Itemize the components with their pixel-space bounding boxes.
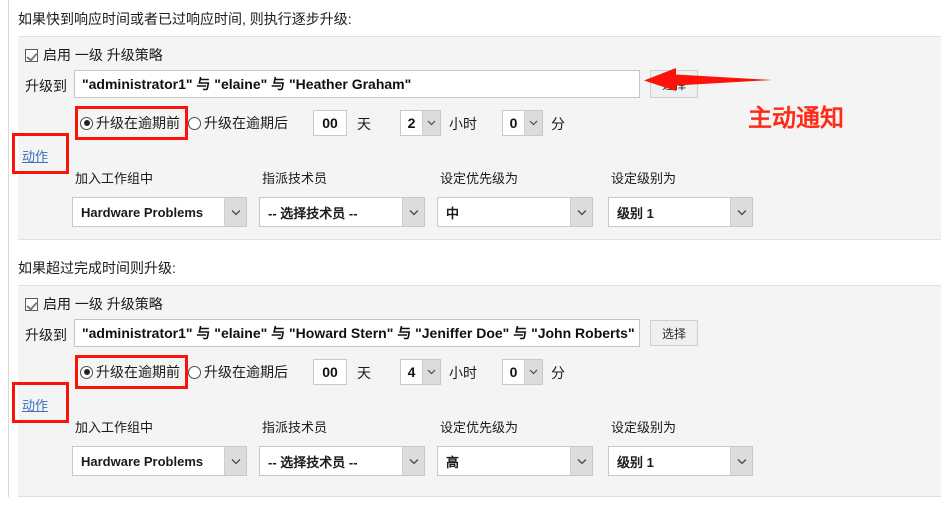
section-1-col-3-value: 级别 1 — [617, 205, 654, 221]
section-1-title: 如果快到响应时间或者已过响应时间, 则执行逐步升级: — [18, 11, 352, 27]
section-2-col-3-value: 级别 1 — [617, 454, 654, 470]
section-1-col-0-label: 加入工作组中 — [75, 171, 154, 186]
section-2-days-unit: 天 — [357, 365, 371, 381]
section-1-hours-select[interactable]: 2 — [400, 110, 441, 136]
escalation-settings-page: 如果快到响应时间或者已过响应时间, 则执行逐步升级: 启用 一级 升级策略 升级… — [0, 0, 941, 509]
section-1-minutes-unit: 分 — [551, 116, 565, 132]
chevron-down-icon[interactable] — [570, 198, 592, 226]
chevron-down-icon[interactable] — [422, 111, 440, 135]
section-1-enable-label: 启用 一级 升级策略 — [43, 47, 163, 63]
section-1-minutes-select[interactable]: 0 — [502, 110, 543, 136]
section-1-escalate-to-label: 升级到 — [25, 78, 67, 94]
chevron-down-icon[interactable] — [524, 111, 542, 135]
section-1-hours-value: 2 — [407, 115, 416, 131]
section-2-timing-radio-group[interactable]: 升级在逾期前 升级在逾期后 — [80, 362, 296, 382]
section-2-col-3-label: 设定级别为 — [611, 420, 677, 435]
section-2-days-input[interactable]: 00 — [313, 359, 347, 385]
section-1-hours-unit: 小时 — [449, 116, 477, 132]
section-2-col-2-value: 高 — [446, 454, 460, 470]
section-1-level-select[interactable]: 级别 1 — [608, 197, 753, 227]
section-1-radio-after-label: 升级在逾期后 — [204, 115, 288, 131]
container-left-border — [8, 0, 9, 497]
section-2-enable-label: 启用 一级 升级策略 — [43, 296, 163, 312]
section-1-escalate-to-input[interactable]: "administrator1" 与 "elaine" 与 "Heather G… — [74, 70, 640, 98]
section-1-workgroup-select[interactable]: Hardware Problems — [72, 197, 247, 227]
section-2-minutes-unit: 分 — [551, 365, 565, 381]
section-2-level-select[interactable]: 级别 1 — [608, 446, 753, 476]
section-1-days-unit: 天 — [357, 116, 371, 132]
radio-after-overdue[interactable] — [188, 365, 201, 379]
chevron-down-icon[interactable] — [524, 360, 542, 384]
section-1-col-2-value: 中 — [446, 205, 460, 221]
radio-after-overdue[interactable] — [188, 116, 201, 130]
section-2-priority-select[interactable]: 高 — [437, 446, 593, 476]
section-2-enable-checkbox-row[interactable]: 启用 一级 升级策略 — [25, 294, 163, 314]
section-2-col-1-label: 指派技术员 — [262, 420, 328, 435]
radio-before-overdue-selected[interactable] — [80, 365, 93, 379]
section-2-hours-unit: 小时 — [449, 365, 477, 381]
section-1-minutes-value: 0 — [509, 115, 518, 131]
section-1-col-3-label: 设定级别为 — [611, 171, 677, 186]
chevron-down-icon[interactable] — [570, 447, 592, 475]
section-2-col-0-value: Hardware Problems — [81, 453, 204, 469]
section-1-technician-select[interactable]: -- 选择技术员 -- — [259, 197, 425, 227]
section-2-col-1-value: -- 选择技术员 -- — [268, 454, 358, 470]
section-2-radio-before-label: 升级在逾期前 — [96, 364, 180, 380]
section-1-action-link[interactable]: 动作 — [22, 146, 48, 165]
chevron-down-icon[interactable] — [730, 198, 752, 226]
section-1-col-1-value: -- 选择技术员 -- — [268, 205, 358, 221]
callout-arrow-icon — [644, 68, 772, 91]
chevron-down-icon[interactable] — [224, 198, 246, 226]
section-2-title: 如果超过完成时间则升级: — [18, 260, 176, 276]
section-1-timing-radio-group[interactable]: 升级在逾期前 升级在逾期后 — [80, 113, 296, 133]
section-1-col-2-label: 设定优先级为 — [440, 171, 519, 186]
section-1-radio-before-label: 升级在逾期前 — [96, 115, 180, 131]
section-2-col-2-label: 设定优先级为 — [440, 420, 519, 435]
section-2-technician-select[interactable]: -- 选择技术员 -- — [259, 446, 425, 476]
section-1-priority-select[interactable]: 中 — [437, 197, 593, 227]
section-2-hours-value: 4 — [407, 364, 416, 380]
section-2-action-link[interactable]: 动作 — [22, 395, 48, 414]
radio-before-overdue-selected[interactable] — [80, 116, 93, 130]
chevron-down-icon[interactable] — [402, 198, 424, 226]
section-1-col-1-label: 指派技术员 — [262, 171, 328, 186]
section-2-escalate-to-label: 升级到 — [25, 327, 67, 343]
chevron-down-icon[interactable] — [402, 447, 424, 475]
callout-text: 主动通知 — [748, 105, 844, 132]
section-2-col-0-label: 加入工作组中 — [75, 420, 154, 435]
section-2-minutes-value: 0 — [509, 364, 518, 380]
chevron-down-icon[interactable] — [730, 447, 752, 475]
section-2-select-button[interactable]: 选择 — [650, 320, 698, 346]
section-2-minutes-select[interactable]: 0 — [502, 359, 543, 385]
checkbox-checked-icon[interactable] — [25, 297, 38, 311]
section-2-radio-after-label: 升级在逾期后 — [204, 364, 288, 380]
section-2-workgroup-select[interactable]: Hardware Problems — [72, 446, 247, 476]
chevron-down-icon[interactable] — [224, 447, 246, 475]
section-1-enable-checkbox-row[interactable]: 启用 一级 升级策略 — [25, 45, 163, 65]
section-2-escalate-to-input[interactable]: "administrator1" 与 "elaine" 与 "Howard St… — [74, 319, 640, 347]
section-1-col-0-value: Hardware Problems — [81, 204, 204, 220]
chevron-down-icon[interactable] — [422, 360, 440, 384]
checkbox-checked-icon[interactable] — [25, 48, 38, 62]
section-2-hours-select[interactable]: 4 — [400, 359, 441, 385]
section-1-days-input[interactable]: 00 — [313, 110, 347, 136]
